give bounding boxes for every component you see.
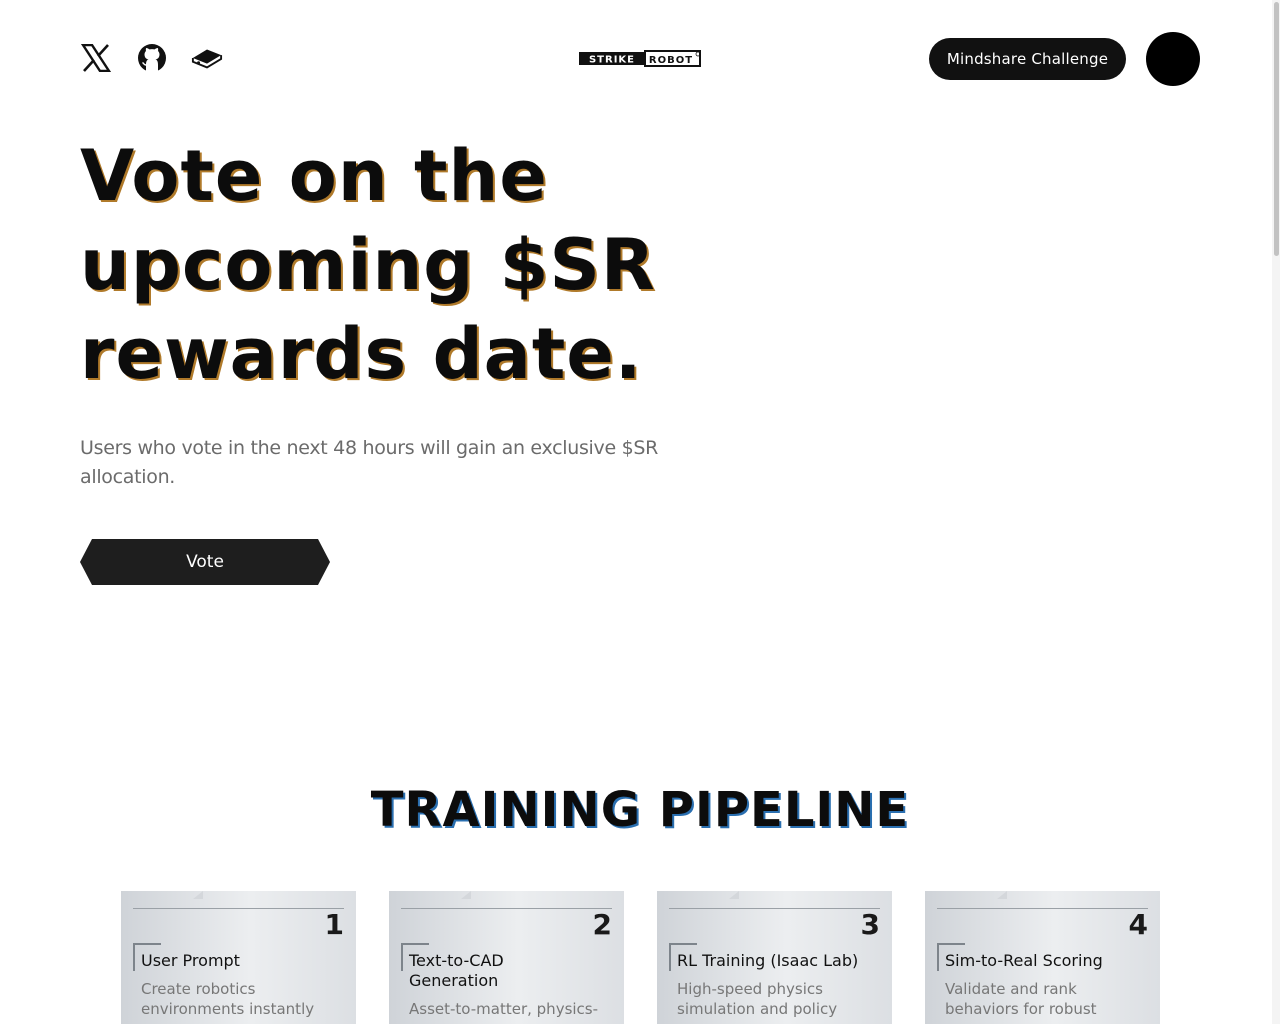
card-divider xyxy=(401,908,612,909)
pipeline-card[interactable]: 1 User Prompt Create robotics environmen… xyxy=(121,891,356,1024)
card-number: 1 xyxy=(324,908,344,941)
pipeline-card[interactable]: 2 Text-to-CAD Generation Asset-to-matter… xyxy=(389,891,624,1024)
strike-robot-logo[interactable]: STRIKE ROBOT xyxy=(579,49,702,68)
x-logo-icon[interactable] xyxy=(80,42,112,74)
card-divider xyxy=(669,908,880,909)
vote-button[interactable]: Vote xyxy=(80,539,330,585)
hero-title-line: upcoming $SR xyxy=(80,224,656,306)
hero-subtitle: Users who vote in the next 48 hours will… xyxy=(80,437,659,488)
card-title: User Prompt xyxy=(141,951,240,970)
site-header: STRIKE ROBOT Mindshare Challenge xyxy=(0,0,1280,116)
section-title: TRAINING PIPELINE xyxy=(370,782,910,838)
github-icon[interactable] xyxy=(136,42,168,74)
hero-title-line: Vote on the xyxy=(80,135,548,217)
card-title: Sim-to-Real Scoring xyxy=(945,951,1103,970)
mindshare-challenge-button[interactable]: Mindshare Challenge xyxy=(929,38,1126,80)
card-number: 3 xyxy=(860,908,880,941)
card-description: Validate and rank behaviors for robust xyxy=(945,980,1097,1018)
svg-text:ROBOT: ROBOT xyxy=(649,55,693,66)
card-title: RL Training (Isaac Lab) xyxy=(677,951,859,970)
card-description: Asset-to-matter, physics- xyxy=(409,1000,599,1018)
scrollbar-thumb[interactable] xyxy=(1274,2,1279,256)
card-title: Text-to-CAD Generation xyxy=(409,951,504,990)
card-description: High-speed physics simulation and policy xyxy=(677,980,838,1018)
card-number: 4 xyxy=(1128,908,1148,941)
pipeline-card[interactable]: 4 Sim-to-Real Scoring Validate and rank … xyxy=(925,891,1160,1024)
svg-text:STRIKE: STRIKE xyxy=(589,55,635,66)
card-description: Create robotics environments instantly xyxy=(141,980,315,1018)
hero-title: Vote on the upcoming $SR rewards date. xyxy=(80,132,720,399)
card-divider xyxy=(937,908,1148,909)
card-divider xyxy=(133,908,344,909)
card-number: 2 xyxy=(592,908,612,941)
pipeline-card[interactable]: 3 RL Training (Isaac Lab) High-speed phy… xyxy=(657,891,892,1024)
book-icon[interactable] xyxy=(191,42,223,74)
avatar[interactable] xyxy=(1146,32,1200,86)
hero-title-line: rewards date. xyxy=(80,313,643,395)
scrollbar[interactable] xyxy=(1272,0,1280,1024)
